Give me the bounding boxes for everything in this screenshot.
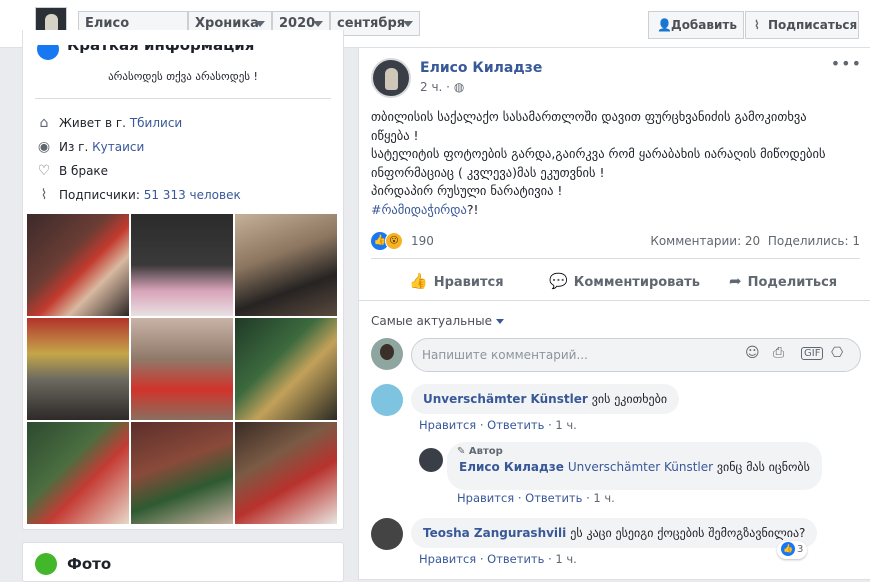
commenter-name[interactable]: Teosha Zangurashvili [423, 526, 566, 540]
shares-count[interactable]: Поделились: 1 [768, 234, 860, 248]
chevron-down-icon [313, 21, 323, 27]
comment-like-link[interactable]: Нравится [419, 552, 476, 566]
intro-card: Краткая информация არასოდეს თქვა არასოდე… [22, 30, 344, 530]
mention-link[interactable]: Unverschämter Künstler [568, 460, 713, 474]
info-lives-in: ⌂ Живет в г. Тбилиси [35, 114, 183, 134]
photos-title[interactable]: Фото [67, 555, 111, 573]
comment-bubble: Unverschämter Künstler ვის ეკითხები [411, 384, 680, 414]
thumbs-up-icon: 👍 [781, 542, 795, 556]
thumbs-up-icon: 👍 [409, 272, 428, 290]
intro-title: Краткая информация [67, 36, 255, 54]
location-pin-icon: ◉ [37, 139, 51, 155]
home-icon: ⌂ [39, 115, 49, 131]
info-from: ◉ Из г. Кутаиси [35, 138, 144, 158]
comment-reply-link[interactable]: Ответить [525, 491, 582, 505]
comment-reaction-badge[interactable]: 👍 3 [777, 541, 808, 559]
bio-text: არასოდეს თქვა არასოდეს ! [108, 70, 258, 83]
photo-thumbnail[interactable] [131, 318, 233, 420]
photo-thumbnail[interactable] [27, 214, 129, 316]
photo-thumbnail[interactable] [27, 318, 129, 420]
divider [371, 258, 860, 259]
more-options-icon[interactable]: ••• [831, 54, 862, 73]
photo-thumbnail[interactable] [235, 318, 337, 420]
info-followers: ⌇ Подписчики: 51 313 человек [35, 186, 241, 206]
post-timestamp[interactable]: 2 ч. [420, 80, 442, 94]
comment-button[interactable]: 💬 Комментировать [549, 272, 700, 290]
photo-thumbnail[interactable] [235, 422, 337, 524]
comment-actions: Нравится · Ответить · 1 ч. [419, 552, 577, 566]
reply-author-name[interactable]: Елисо Киладзе [459, 460, 564, 474]
photo-grid [27, 214, 337, 526]
post-stats: Комментарии: 20 Поделились: 1 [650, 234, 860, 248]
commenter-name[interactable]: Unverschämter Künstler [423, 392, 588, 406]
divider [359, 300, 870, 301]
rss-icon: ⌇ [754, 18, 760, 32]
camera-icon[interactable]: ⎙ [773, 345, 784, 361]
divider [35, 98, 331, 99]
sticker-icon[interactable]: ⎔ [831, 345, 843, 361]
add-person-icon: 👤 [657, 18, 672, 32]
commenter-avatar[interactable] [371, 384, 403, 416]
comment-sort-dropdown[interactable]: Самые актуальные [371, 314, 504, 328]
comment-like-link[interactable]: Нравится [457, 491, 514, 505]
post-meta: 2 ч. · ◍ [420, 80, 465, 94]
reply-bubble: ✎ Автор Елисо Киладзе Unverschämter Künst… [447, 442, 822, 490]
photo-thumbnail[interactable] [131, 422, 233, 524]
chevron-down-icon [495, 319, 504, 324]
post-author-name[interactable]: Елисо Киладзе [420, 60, 542, 76]
post-card: Елисо Киладзе 2 ч. · ◍ ••• თბილისის საქა… [358, 48, 870, 580]
share-button[interactable]: ➦ Поделиться [729, 272, 837, 290]
city-link[interactable]: Тбилиси [130, 116, 182, 130]
commenter-avatar[interactable] [371, 518, 403, 550]
photos-card: Фото [22, 542, 344, 582]
emoji-icon[interactable]: ☺ [745, 345, 760, 361]
comment-bubble: Teosha Zangurashvili ეს კაცი ესეიგი ქოცებ… [411, 518, 818, 548]
share-arrow-icon: ➦ [729, 272, 742, 290]
comment-like-link[interactable]: Нравится [419, 418, 476, 432]
comment-time[interactable]: 1 ч. [555, 418, 576, 432]
hometown-link[interactable]: Кутаиси [92, 140, 144, 154]
globe-icon: ◍ [453, 80, 465, 94]
post-text: თბილისის საქალაქო სასამართლოში დავით ფურ… [371, 109, 826, 217]
photo-thumbnail[interactable] [27, 422, 129, 524]
wow-reaction-icon: 😮 [385, 232, 403, 250]
author-badge: ✎ Автор [457, 446, 503, 457]
chevron-down-icon [403, 21, 413, 27]
followers-icon: ⌇ [40, 187, 48, 203]
current-user-avatar [371, 338, 403, 370]
subscribe-button[interactable]: ⌇ Подписаться [745, 11, 859, 39]
comment-input[interactable] [411, 338, 861, 372]
like-button[interactable]: 👍 Нравится [409, 272, 504, 290]
reply-author-avatar[interactable] [419, 448, 443, 472]
post-author-avatar[interactable] [371, 58, 411, 98]
hashtag-link[interactable]: #რამიდაჭირდა [371, 202, 467, 217]
reply-actions: Нравится · Ответить · 1 ч. [457, 491, 615, 505]
heart-icon: ♡ [37, 163, 51, 179]
comment-time[interactable]: 1 ч. [593, 491, 614, 505]
comment-reply-link[interactable]: Ответить [487, 552, 544, 566]
followers-link[interactable]: 51 313 человек [144, 188, 241, 202]
photo-thumbnail[interactable] [235, 214, 337, 316]
comment-icon: 💬 [549, 272, 568, 290]
comment-actions: Нравится · Ответить · 1 ч. [419, 418, 577, 432]
comment-reply-link[interactable]: Ответить [487, 418, 544, 432]
comment-time[interactable]: 1 ч. [555, 552, 576, 566]
photo-icon [35, 553, 57, 575]
info-relationship: ♡ В браке [35, 162, 108, 182]
globe-icon [37, 45, 59, 60]
photo-thumbnail[interactable] [131, 214, 233, 316]
chevron-down-icon [255, 21, 265, 27]
comments-count[interactable]: Комментарии: 20 [650, 234, 760, 248]
gif-icon[interactable]: GIF [801, 347, 824, 360]
add-friend-button[interactable]: 👤 Добавить [648, 11, 744, 39]
